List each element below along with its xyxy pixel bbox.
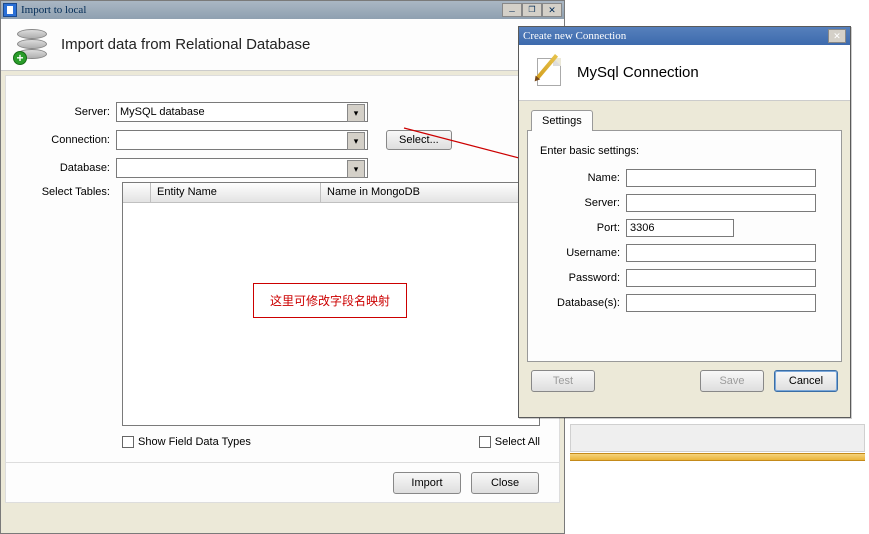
select-tables-label: Select Tables: — [16, 186, 116, 198]
username-label: Username: — [540, 247, 626, 259]
server-label-2: Server: — [540, 197, 626, 209]
connection-select[interactable] — [116, 130, 368, 150]
settings-intro: Enter basic settings: — [540, 145, 829, 157]
server-field[interactable] — [626, 194, 816, 212]
password-field[interactable] — [626, 269, 816, 287]
port-label: Port: — [540, 222, 626, 234]
cancel-button[interactable]: Cancel — [774, 370, 838, 392]
name-field[interactable] — [626, 169, 816, 187]
close-window-button[interactable] — [542, 3, 562, 17]
connection-label: Connection: — [16, 134, 116, 146]
save-button[interactable]: Save — [700, 370, 764, 392]
import-title: Import to local — [21, 4, 86, 16]
server-select[interactable] — [116, 102, 368, 122]
import-header: + Import data from Relational Database — [1, 19, 564, 71]
import-button[interactable]: Import — [393, 472, 461, 494]
database-icon: + — [15, 27, 49, 63]
close-button[interactable]: Close — [471, 472, 539, 494]
restore-button[interactable] — [522, 3, 542, 17]
port-field[interactable] — [626, 219, 734, 237]
connection-dialog: Create new Connection MySql Connection S… — [518, 26, 851, 418]
show-field-types-checkbox[interactable]: Show Field Data Types — [122, 436, 251, 448]
background-strip — [570, 453, 865, 461]
connection-titlebar[interactable]: Create new Connection — [519, 27, 850, 45]
background-panel — [570, 424, 865, 452]
annotation-box: 这里可修改字段名映射 — [253, 283, 407, 318]
connection-close-icon[interactable] — [828, 29, 846, 43]
select-all-label: Select All — [495, 436, 540, 448]
database-select[interactable] — [116, 158, 368, 178]
column-entity-name[interactable]: Entity Name — [151, 183, 321, 203]
select-connection-button[interactable]: Select... — [386, 130, 452, 150]
databases-label: Database(s): — [540, 297, 626, 309]
test-button[interactable]: Test — [531, 370, 595, 392]
select-all-checkbox[interactable]: Select All — [479, 436, 540, 448]
tab-settings[interactable]: Settings — [531, 110, 593, 131]
tables-list[interactable]: Entity Name Name in MongoDB 这里可修改字段名映射 — [122, 182, 540, 426]
connection-heading: MySql Connection — [577, 64, 699, 81]
settings-panel: Enter basic settings: Name: Server: Port… — [527, 130, 842, 362]
databases-field[interactable] — [626, 294, 816, 312]
database-label: Database: — [16, 162, 116, 174]
import-titlebar[interactable]: Import to local — [1, 1, 564, 19]
username-field[interactable] — [626, 244, 816, 262]
connection-header: MySql Connection — [519, 45, 850, 101]
column-mongo-name[interactable]: Name in MongoDB — [321, 183, 539, 203]
minimize-button[interactable] — [502, 3, 522, 17]
import-form: Server: Connection: Select... Database: … — [5, 75, 560, 463]
import-window: Import to local + Import data from Relat… — [0, 0, 565, 534]
column-checkbox[interactable] — [123, 183, 151, 203]
password-label: Password: — [540, 272, 626, 284]
server-label: Server: — [16, 106, 116, 118]
show-field-types-label: Show Field Data Types — [138, 436, 251, 448]
edit-icon — [533, 56, 565, 90]
import-heading: Import data from Relational Database — [61, 36, 310, 53]
connection-title: Create new Connection — [523, 30, 626, 42]
app-icon — [3, 3, 17, 17]
name-label: Name: — [540, 172, 626, 184]
import-footer: Import Close — [5, 463, 560, 503]
